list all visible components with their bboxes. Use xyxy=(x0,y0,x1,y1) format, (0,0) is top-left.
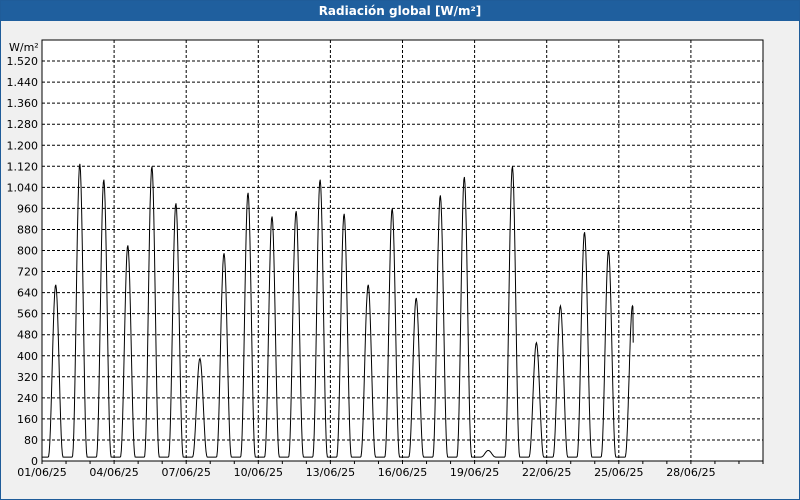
y-tick-label: 1.200 xyxy=(7,139,39,152)
y-tick-label: 640 xyxy=(17,287,38,300)
x-tick-label: 07/06/25 xyxy=(161,466,210,479)
y-tick-label: 960 xyxy=(17,202,38,215)
y-tick-label: 1.520 xyxy=(7,55,39,68)
window-title: Radiación global [W/m²] xyxy=(1,1,799,21)
x-tick-label: 13/06/25 xyxy=(306,466,355,479)
y-tick-label: 240 xyxy=(17,392,38,405)
x-tick-label: 16/06/25 xyxy=(378,466,427,479)
chart-window: Radiación global [W/m²] 0 80 160 240 320 400 4… xyxy=(0,0,800,500)
y-tick-label: 880 xyxy=(17,223,38,236)
y-tick-label: 1.040 xyxy=(7,181,39,194)
x-tick-label: 10/06/25 xyxy=(234,466,283,479)
y-tick-label: 1.280 xyxy=(7,118,39,131)
x-tick-label: 22/06/25 xyxy=(522,466,571,479)
x-tick-label: 01/06/25 xyxy=(17,466,66,479)
y-tick-label: 720 xyxy=(17,266,38,279)
y-tick-label: 800 xyxy=(17,245,38,258)
y-tick-label: 80 xyxy=(24,434,38,447)
y-tick-label: 1.120 xyxy=(7,160,39,173)
x-tick-label: 28/06/25 xyxy=(666,466,715,479)
x-tick-label: 04/06/25 xyxy=(89,466,138,479)
y-tick-label: 480 xyxy=(17,329,38,342)
x-tick-label: 25/06/25 xyxy=(594,466,643,479)
y-tick-label: 1.360 xyxy=(7,97,39,110)
y-tick-label: 560 xyxy=(17,308,38,321)
x-tick-label: 19/06/25 xyxy=(450,466,499,479)
y-tick-label: 1.440 xyxy=(7,76,39,89)
radiation-chart: 0801602403204004805606407208008809601.04… xyxy=(7,39,764,479)
y-axis-unit-label: W/m² xyxy=(9,41,39,54)
y-tick-label: 160 xyxy=(17,413,38,426)
y-tick-label: 400 xyxy=(17,350,38,363)
y-tick-label: 320 xyxy=(17,371,38,384)
